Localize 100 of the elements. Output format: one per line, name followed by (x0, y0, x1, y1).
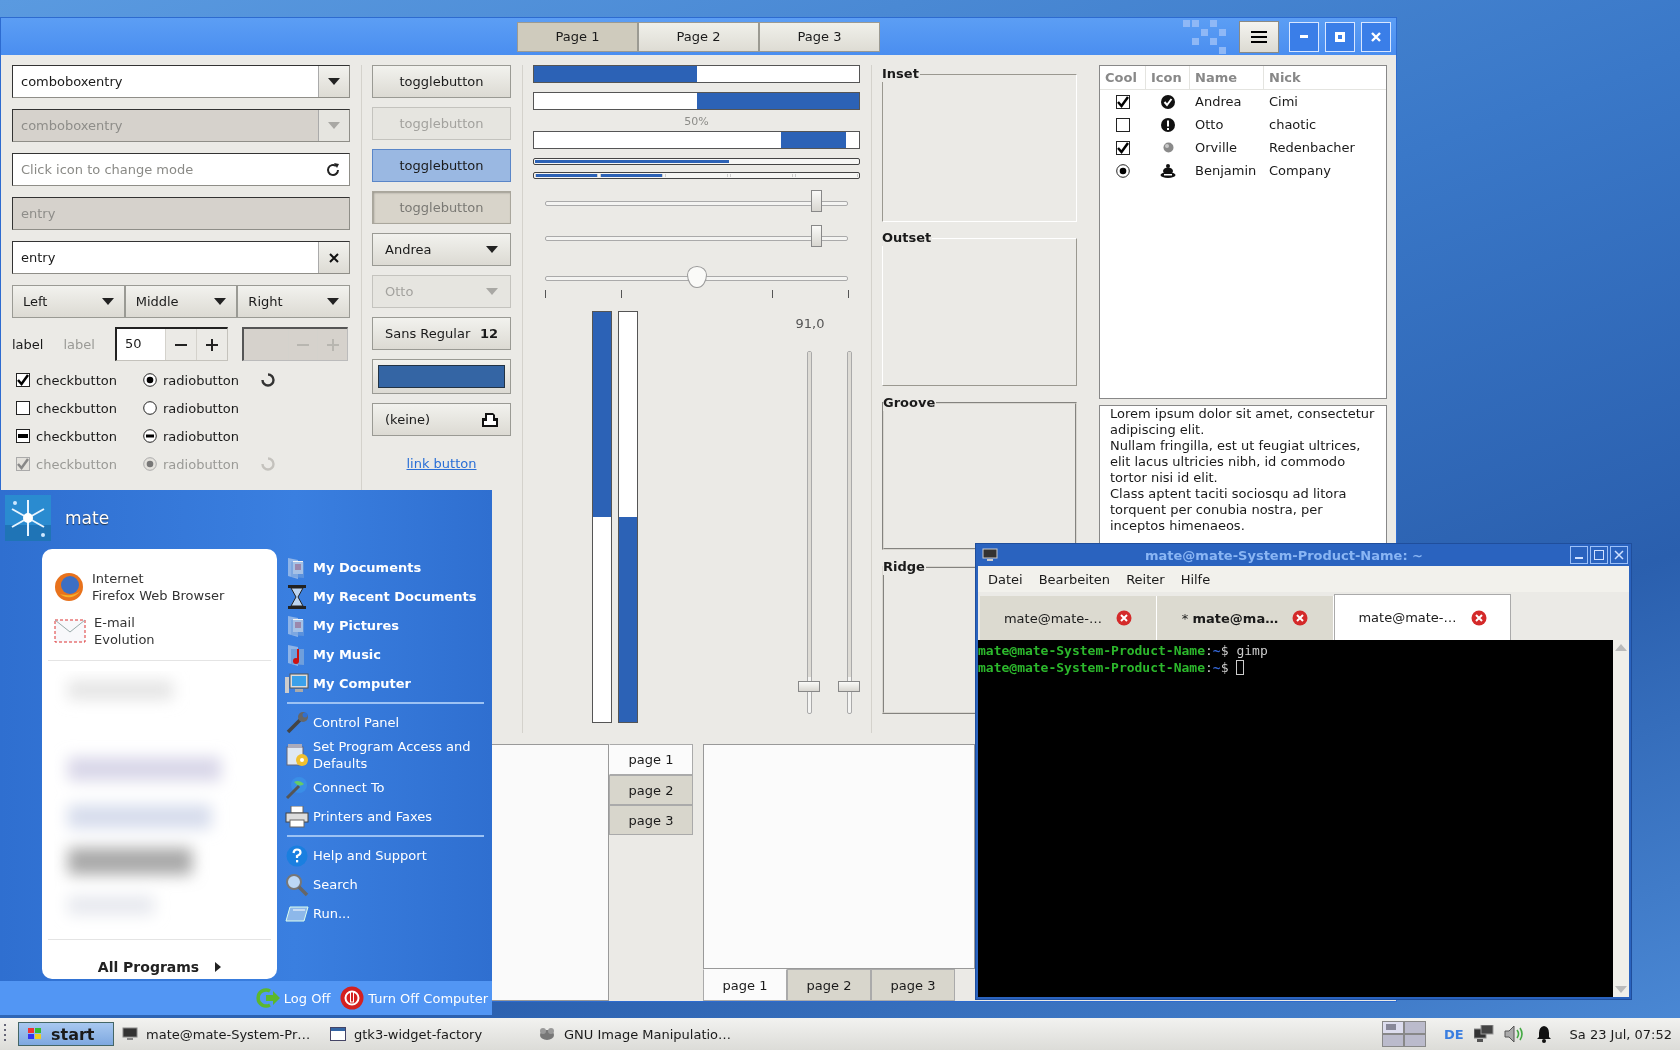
maximize-button[interactable] (1590, 546, 1608, 564)
plus-icon[interactable] (205, 338, 218, 351)
tab[interactable]: mate@mate-… (980, 596, 1157, 640)
close-icon[interactable] (1116, 610, 1133, 626)
start-button[interactable]: start (18, 1022, 114, 1046)
hourglass-icon (285, 584, 309, 609)
dropdown[interactable]: Right (237, 285, 350, 318)
tab[interactable]: Page 3 (759, 21, 880, 52)
color-button[interactable] (372, 359, 511, 394)
slider-thumb[interactable] (798, 680, 820, 692)
checkbox-label[interactable]: checkbutton (36, 400, 117, 416)
close-icon[interactable] (1292, 610, 1309, 626)
tab[interactable]: mate@mate-… (1334, 594, 1511, 640)
checkbox[interactable] (16, 401, 30, 415)
menu-item[interactable]: Reiter (1126, 571, 1165, 587)
radio-button[interactable] (143, 373, 157, 387)
file-button[interactable]: (keine) (372, 403, 511, 436)
close-button[interactable] (1610, 546, 1628, 564)
slider-thumb[interactable] (838, 680, 860, 692)
all-programs-button[interactable]: All Programs (93, 955, 226, 979)
menu-item[interactable]: Run... (285, 899, 488, 928)
radio-button[interactable] (1116, 163, 1130, 178)
column-header[interactable]: Name (1190, 66, 1264, 89)
dropdown[interactable]: Andrea (372, 233, 511, 266)
taskbar-item[interactable]: GNU Image Manipulatio… (530, 1021, 738, 1047)
checkbox-label[interactable]: checkbutton (36, 428, 117, 444)
tab[interactable]: page 1 (703, 969, 787, 1001)
radio-label[interactable]: radiobutton (163, 372, 239, 388)
dropdown[interactable]: Middle (124, 285, 238, 318)
input-field[interactable]: Click icon to change mode (12, 153, 350, 186)
menu-item[interactable]: E-mail Evolution (42, 609, 277, 653)
menu-item[interactable]: Bearbeiten (1038, 571, 1111, 587)
menu-item[interactable]: Help and Support (285, 841, 488, 870)
slider-thumb[interactable] (810, 225, 822, 247)
caret-icon (328, 78, 340, 85)
checkbox[interactable] (1116, 140, 1130, 155)
tab[interactable]: page 3 (609, 805, 693, 835)
dropdown[interactable]: Left (12, 285, 125, 318)
volume-icon[interactable] (1503, 1025, 1526, 1043)
clock[interactable]: Sa 23 Jul, 07:52 (1569, 1026, 1672, 1042)
menu-item[interactable]: Search (285, 870, 488, 899)
menu-item[interactable]: Set Program Access and Defaults (285, 737, 488, 773)
radio-button[interactable] (143, 429, 157, 443)
globe-icon (54, 572, 84, 602)
column-header[interactable]: Icon (1146, 66, 1190, 89)
menu-item[interactable]: Internet Firefox Web Browser (42, 565, 277, 609)
spin-button[interactable]: 50 (114, 327, 228, 361)
tab[interactable]: page 3 (871, 969, 955, 1001)
network-icon[interactable] (1473, 1025, 1494, 1043)
slider-value: 91,0 (794, 316, 826, 331)
check-circle-icon (1161, 94, 1175, 109)
close-icon[interactable] (1470, 609, 1487, 626)
font-button[interactable]: Sans Regular 12 (372, 317, 511, 350)
toggle-button[interactable]: togglebutton (372, 65, 511, 98)
column-header[interactable]: Cool (1100, 66, 1146, 89)
slider-thumb[interactable] (810, 190, 822, 212)
refresh-icon[interactable] (325, 162, 341, 178)
menu-item[interactable]: My Pictures (285, 611, 488, 640)
menu-item[interactable]: Printers and Faxes (285, 802, 488, 831)
checkbox[interactable] (1116, 117, 1130, 132)
table-cell-text: chaotic (1268, 117, 1318, 132)
tab[interactable]: *mate@ma… (1157, 596, 1334, 640)
taskbar-item[interactable]: mate@mate-System-Pr… (114, 1021, 322, 1047)
taskbar-item[interactable]: gtk3-widget-factory (322, 1021, 530, 1047)
tab[interactable]: page 1 (609, 744, 693, 775)
checkbox[interactable] (16, 429, 30, 443)
menu-item[interactable]: My Documents (285, 553, 488, 582)
input-field[interactable]: entry (12, 241, 350, 274)
tab[interactable]: Page 1 (517, 21, 638, 52)
column-header[interactable]: Nick (1264, 66, 1386, 89)
tab[interactable]: Page 2 (638, 21, 759, 52)
radio-button[interactable] (143, 401, 157, 415)
menu-item[interactable]: Hilfe (1180, 571, 1211, 587)
radio-label[interactable]: radiobutton (163, 400, 239, 416)
bell-icon[interactable] (1535, 1025, 1552, 1043)
clear-icon[interactable] (329, 252, 339, 263)
minimize-button[interactable] (1570, 546, 1588, 564)
menu-item[interactable]: Datei (988, 571, 1023, 587)
menu-button[interactable] (1239, 20, 1279, 53)
checkbox[interactable] (1116, 94, 1130, 109)
menu-item[interactable]: My Computer (285, 669, 488, 698)
link[interactable]: link button (406, 456, 477, 471)
slider-thumb[interactable] (686, 266, 707, 288)
tab[interactable]: page 2 (609, 775, 693, 805)
prompt-symbol: $ (1220, 659, 1229, 676)
tab[interactable]: page 2 (787, 969, 871, 1001)
combo-entry[interactable]: comboboxentry (12, 65, 350, 98)
workspace-switcher-icon[interactable] (1381, 1021, 1426, 1047)
caret-icon (328, 122, 340, 129)
checkbox[interactable] (16, 373, 30, 387)
checkbox-label[interactable]: checkbutton (36, 372, 117, 388)
box-icon (285, 743, 309, 767)
menu-item[interactable]: Connect To (285, 773, 488, 802)
menu-item[interactable]: My Music (285, 640, 488, 669)
menu-item[interactable]: Control Panel (285, 708, 488, 737)
minus-icon[interactable] (174, 343, 187, 346)
menu-item[interactable]: My Recent Documents (285, 582, 488, 611)
radio-label[interactable]: radiobutton (163, 428, 239, 444)
table-cell-text: Company (1268, 163, 1332, 178)
toggle-button[interactable]: togglebutton (372, 149, 511, 182)
